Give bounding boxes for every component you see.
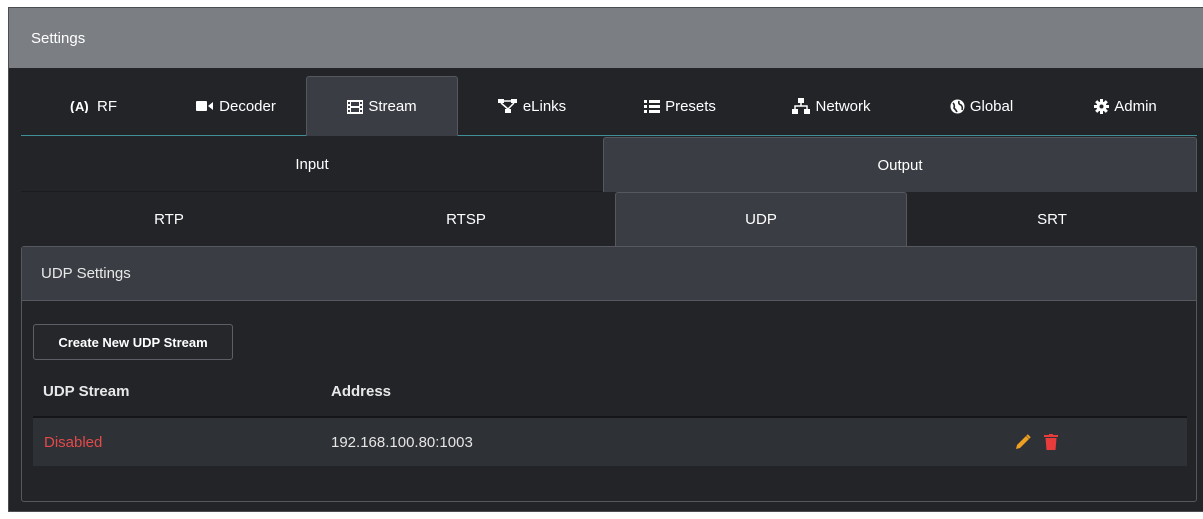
tab-srt[interactable]: SRT xyxy=(907,192,1197,246)
tab-output[interactable]: Output xyxy=(603,137,1197,192)
udp-settings-header: UDP Settings xyxy=(22,247,1196,301)
globe-icon xyxy=(950,99,965,114)
video-camera-icon xyxy=(196,100,214,112)
tab-rf[interactable]: (A) RF xyxy=(21,76,166,136)
settings-panel: Settings (A) RF Decoder Stream eLinks Pr… xyxy=(8,7,1203,512)
table-row: Disabled 192.168.100.80:1003 xyxy=(33,418,1187,466)
film-icon xyxy=(347,99,364,114)
gear-icon xyxy=(1094,98,1110,114)
panel-header: Settings xyxy=(9,8,1203,68)
sitemap-icon xyxy=(792,98,811,114)
column-header-address: Address xyxy=(331,383,392,400)
network-links-icon xyxy=(497,99,518,113)
list-icon xyxy=(644,99,661,113)
tab-label: Output xyxy=(877,156,923,174)
stream-status: Disabled xyxy=(44,433,103,451)
panel-body: (A) RF Decoder Stream eLinks Presets Net… xyxy=(9,68,1203,511)
tab-rtp[interactable]: RTP xyxy=(21,192,317,246)
rf-antenna-icon: (A) xyxy=(70,99,92,113)
column-header-udp-stream: UDP Stream xyxy=(43,383,130,400)
edit-icon[interactable] xyxy=(1013,432,1033,452)
tab-label: RTSP xyxy=(446,210,486,228)
tab-label: Input xyxy=(295,156,329,173)
tab-label: RF xyxy=(97,97,117,115)
tab-rtsp[interactable]: RTSP xyxy=(317,192,615,246)
tab-network[interactable]: Network xyxy=(754,76,909,136)
tab-label: Network xyxy=(815,97,871,115)
tab-input[interactable]: Input xyxy=(21,137,603,192)
tab-udp[interactable]: UDP xyxy=(615,192,907,246)
svg-text:): ) xyxy=(84,99,89,113)
panel-title: Settings xyxy=(31,29,86,47)
tab-label: Presets xyxy=(665,97,716,115)
protocol-tab-bar: RTP RTSP UDP SRT xyxy=(21,192,1197,246)
tab-label: UDP xyxy=(745,211,777,228)
tab-admin[interactable]: Admin xyxy=(1054,76,1197,136)
main-tab-bar: (A) RF Decoder Stream eLinks Presets Net… xyxy=(21,68,1197,136)
stream-address: 192.168.100.80:1003 xyxy=(331,433,473,451)
tab-stream[interactable]: Stream xyxy=(306,76,458,136)
tab-label: eLinks xyxy=(522,97,567,115)
tab-label: Admin xyxy=(1114,97,1157,115)
tab-global[interactable]: Global xyxy=(909,76,1054,136)
tab-presets[interactable]: Presets xyxy=(606,76,754,136)
tab-label: RTP xyxy=(154,210,184,228)
udp-settings-title: UDP Settings xyxy=(41,265,131,282)
tab-label: Stream xyxy=(368,98,417,115)
udp-settings-panel: UDP Settings Create New UDP Stream UDP S… xyxy=(21,246,1197,502)
create-udp-stream-button[interactable]: Create New UDP Stream xyxy=(33,324,233,360)
tab-decoder[interactable]: Decoder xyxy=(166,76,306,136)
tab-label: SRT xyxy=(1037,210,1067,228)
trash-icon[interactable] xyxy=(1041,432,1061,452)
io-tab-bar: Input Output xyxy=(21,137,1197,192)
tab-elinks[interactable]: eLinks xyxy=(458,76,606,136)
tab-label: Decoder xyxy=(219,97,276,115)
tab-label: Global xyxy=(969,97,1014,115)
